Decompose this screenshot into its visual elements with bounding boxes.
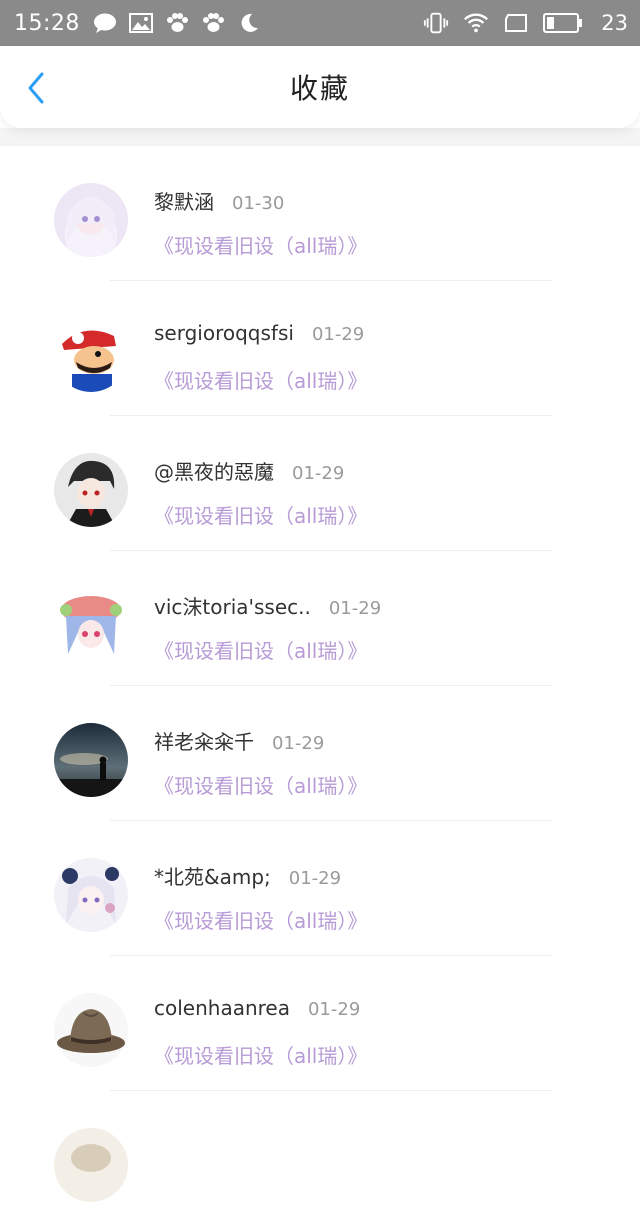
item-meta: @黑夜的惡魔 01-29 [154,456,344,485]
date-label: 01-29 [307,999,361,1020]
avatar[interactable] [54,858,128,932]
notification-icons [92,11,262,35]
date-label: 01-30 [232,193,285,214]
avatar[interactable] [54,993,128,1067]
item-meta: colenhaanrea 01-29 [154,996,360,1020]
back-button[interactable] [18,68,54,108]
user-name[interactable]: colenhaanrea [154,996,290,1020]
user-name[interactable]: 黎默涵 [154,186,214,215]
user-name[interactable]: *北苑&amp; [154,861,271,890]
date-label: 01-29 [288,868,342,889]
paw-icon [164,11,190,35]
item-meta: sergioroqqsfsi 01-29 [154,321,364,345]
list-item[interactable]: sergioroqqsfsi 01-29 《现设看旧设（all瑞）》 [0,281,640,416]
page-title: 收藏 [289,72,350,105]
item-meta: vic沫toria'ssec.. 01-29 [154,591,381,620]
date-label: 01-29 [272,733,325,754]
user-name[interactable]: vic沫toria'ssec.. [154,591,311,620]
paw-icon [200,11,226,35]
list-item[interactable]: @黑夜的惡魔 01-29 《现设看旧设（all瑞）》 [0,416,640,551]
story-title-link[interactable]: 《现设看旧设（all瑞）》 [154,365,367,394]
list-item[interactable]: vic沫toria'ssec.. 01-29 《现设看旧设（all瑞）》 [0,551,640,686]
avatar[interactable] [54,453,128,527]
avatar[interactable] [54,1128,128,1202]
story-title-link[interactable]: 《现设看旧设（all瑞）》 [154,905,367,934]
user-name[interactable]: @黑夜的惡魔 [154,456,274,485]
item-meta: 祥老籴籴千 01-29 [154,726,324,755]
date-label: 01-29 [292,463,345,484]
status-bar: 15:28 23 [0,0,640,46]
item-meta: *北苑&amp; 01-29 [154,861,341,890]
date-label: 01-29 [311,324,365,345]
battery-icon [543,11,583,35]
system-icons: 23 [423,11,628,35]
avatar[interactable] [54,723,128,797]
navigation-bar: 收藏 [0,46,640,128]
date-label: 01-29 [328,598,382,619]
avatar[interactable] [54,183,128,257]
story-title-link[interactable]: 《现设看旧设（all瑞）》 [154,230,367,259]
story-title-link[interactable]: 《现设看旧设（all瑞）》 [154,1040,367,1069]
user-name[interactable]: sergioroqqsfsi [154,321,294,345]
list-item[interactable]: *北苑&amp; 01-29 《现设看旧设（all瑞）》 [0,821,640,956]
favorites-list: 黎默涵 01-30 《现设看旧设（all瑞）》 sergioroqqsfsi 0… [0,146,640,1226]
section-divider [0,128,640,146]
screen-rotate-icon [503,11,529,35]
list-item[interactable]: colenhaanrea 01-29 《现设看旧设（all瑞）》 [0,956,640,1091]
item-meta: 黎默涵 01-30 [154,186,284,215]
vibrate-icon [423,11,449,35]
story-title-link[interactable]: 《现设看旧设（all瑞）》 [154,500,367,529]
user-name[interactable]: 祥老籴籴千 [154,726,254,755]
list-item[interactable]: 祥老籴籴千 01-29 《现设看旧设（all瑞）》 [0,686,640,821]
avatar[interactable] [54,588,128,662]
list-item[interactable] [0,1091,640,1226]
image-icon [128,11,154,35]
wifi-icon [463,11,489,35]
chat-bubble-icon [92,11,118,35]
story-title-link[interactable]: 《现设看旧设（all瑞）》 [154,635,367,664]
moon-icon [236,11,262,35]
story-title-link[interactable]: 《现设看旧设（all瑞）》 [154,770,367,799]
list-item[interactable]: 黎默涵 01-30 《现设看旧设（all瑞）》 [0,146,640,281]
chevron-left-icon [28,72,44,104]
avatar[interactable] [54,318,128,392]
battery-level: 23 [601,11,628,35]
status-time: 15:28 [14,10,80,36]
